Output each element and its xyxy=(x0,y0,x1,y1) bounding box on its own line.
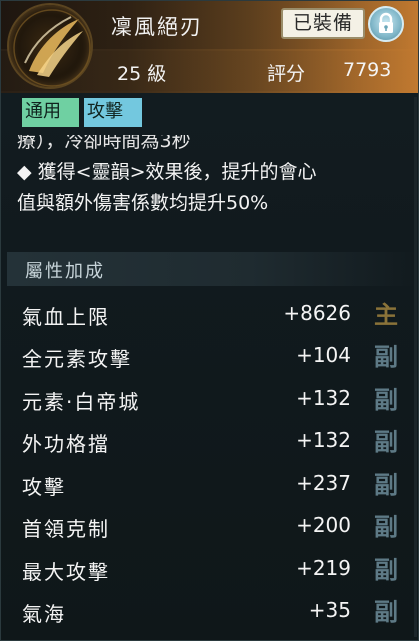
tag-attack: 攻擊 xyxy=(84,98,142,127)
section-title: 屬性加成 xyxy=(25,261,105,282)
attribute-row: 氣海 +35 副 xyxy=(1,594,418,634)
description-partial-line: 療），冷卻時間為3秒 xyxy=(17,135,191,152)
item-level: 25 級 xyxy=(117,63,167,85)
score-label: 評分 xyxy=(267,63,306,85)
attribute-name: 攻擊 xyxy=(22,475,66,499)
scrollbar-track[interactable] xyxy=(414,97,417,637)
attribute-row: 攻擊 +237 副 xyxy=(1,467,418,507)
attribute-name: 全元素攻擊 xyxy=(22,347,132,371)
attribute-row: 首領克制 +200 副 xyxy=(1,509,418,549)
attribute-value: +8626 xyxy=(283,301,351,325)
attribute-sub-tag: 副 xyxy=(374,427,398,456)
attribute-section-header: 屬性加成 xyxy=(7,252,414,286)
attribute-row: 最大攻擊 +219 副 xyxy=(1,552,418,592)
item-header: 凜風絕刃 已裝備 25 級 評分 7793 xyxy=(1,1,418,93)
description-line-1: ◆ 獲得<靈韻>效果後，提升的會心 xyxy=(17,161,317,183)
attribute-row: 外功格擋 +132 副 xyxy=(1,424,418,464)
lock-icon[interactable] xyxy=(368,6,404,42)
attribute-value: +104 xyxy=(296,343,351,367)
item-name: 凜風絕刃 xyxy=(111,15,203,39)
attribute-row: 元素·白帝城 +132 副 xyxy=(1,382,418,422)
attribute-value: +200 xyxy=(296,513,351,537)
equipped-badge: 已裝備 xyxy=(281,8,365,39)
attribute-sub-tag: 副 xyxy=(374,342,398,371)
attribute-name: 元素·白帝城 xyxy=(22,390,141,414)
attribute-sub-tag: 副 xyxy=(374,555,398,584)
attribute-sub-tag: 副 xyxy=(374,597,398,626)
attribute-sub-tag: 副 xyxy=(374,385,398,414)
attribute-value: +132 xyxy=(296,386,351,410)
description-line-2: 值與額外傷害係數均提升50% xyxy=(17,192,269,214)
attribute-row: 全元素攻擊 +104 副 xyxy=(1,339,418,379)
item-emblem-icon xyxy=(7,3,93,89)
attribute-row: 氣血上限 +8626 主 xyxy=(1,297,418,337)
attribute-value: +219 xyxy=(296,556,351,580)
score-value: 7793 xyxy=(343,59,392,81)
attribute-name: 氣海 xyxy=(22,602,66,626)
attribute-name: 首領克制 xyxy=(22,517,110,541)
attribute-sub-tag: 副 xyxy=(374,512,398,541)
attribute-main-tag: 主 xyxy=(374,300,398,329)
attribute-name: 最大攻擊 xyxy=(22,560,110,584)
attribute-value: +237 xyxy=(296,471,351,495)
attribute-value: +132 xyxy=(296,428,351,452)
attribute-name: 外功格擋 xyxy=(22,432,110,456)
attribute-name: 氣血上限 xyxy=(22,305,110,329)
attribute-value: +35 xyxy=(308,598,351,622)
attribute-sub-tag: 副 xyxy=(374,470,398,499)
item-tooltip-panel: 凜風絕刃 已裝備 25 級 評分 7793 通用 攻擊 療），冷卻時間為3秒 ◆… xyxy=(0,0,419,641)
item-description: 療），冷卻時間為3秒 ◆ 獲得<靈韻>效果後，提升的會心 值與額外傷害係數均提升… xyxy=(17,135,412,219)
tag-general: 通用 xyxy=(22,98,79,127)
